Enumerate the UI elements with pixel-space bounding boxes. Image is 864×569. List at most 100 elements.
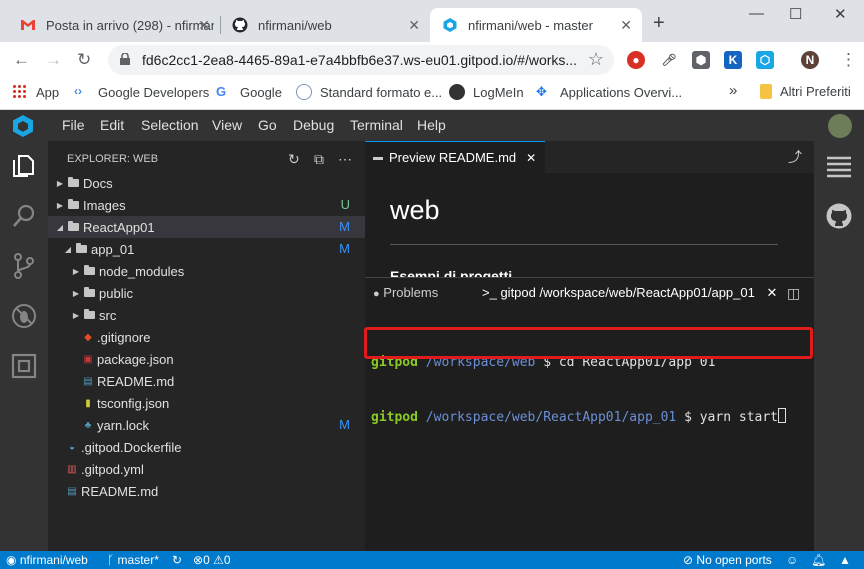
folder-icon: [84, 287, 95, 297]
gitpod-extension-icon[interactable]: ⬡: [756, 51, 774, 69]
new-tab-button[interactable]: +: [653, 12, 665, 35]
chevron-down-icon: ◢: [56, 222, 64, 232]
extension-k-icon[interactable]: K: [724, 51, 742, 69]
tree-file[interactable]: ▮ tsconfig.json: [48, 392, 365, 414]
extension-hexagon-icon[interactable]: ⬢: [692, 51, 710, 69]
bookmark-other[interactable]: Altri Preferiti: [760, 84, 851, 99]
activity-bar: [0, 141, 48, 551]
menu-edit[interactable]: Edit: [100, 117, 124, 133]
problems-status[interactable]: ⊗0 ⚠0: [193, 553, 231, 567]
tab-label: Preview README.md: [389, 150, 517, 165]
split-panel-icon[interactable]: ◫: [787, 285, 800, 302]
menu-help[interactable]: Help: [417, 117, 446, 133]
branch-status[interactable]: ᚴ master*: [107, 553, 159, 567]
feedback-icon[interactable]: ☺: [786, 553, 798, 567]
repo-status[interactable]: ◉ nfirmani/web: [6, 553, 88, 567]
tab-terminal[interactable]: >_ gitpod /workspace/web/ReactApp01/app_…: [482, 285, 777, 301]
tree-file[interactable]: ♣ yarn.lock M: [48, 414, 365, 436]
close-window-button[interactable]: ✕: [834, 5, 847, 23]
minimize-button[interactable]: —: [749, 5, 764, 22]
tree-folder[interactable]: ▶ Docs: [48, 172, 365, 194]
docker-file-icon: ◒: [68, 441, 76, 453]
ports-status[interactable]: ⊘ No open ports: [683, 553, 772, 567]
tree-folder[interactable]: ◢ ReactApp01 M: [48, 216, 365, 238]
microphone-record-icon[interactable]: ●: [627, 51, 645, 69]
chevron-down-icon: ◢: [64, 244, 72, 254]
extensions-icon[interactable]: [10, 352, 38, 380]
close-icon[interactable]: ✕: [198, 17, 210, 34]
gmail-icon: [21, 20, 35, 30]
git-status-badge: U: [340, 197, 350, 212]
address-bar[interactable]: fd6c2cc1-2ea8-4465-89a1-e7a4bbfb6e37.ws-…: [108, 45, 614, 75]
tree-file[interactable]: ▤ README.md: [48, 480, 365, 502]
bell-icon[interactable]: ▲: [839, 553, 851, 567]
tree-folder[interactable]: ◢ app_01 M: [48, 238, 365, 260]
preview-heading: web: [390, 195, 440, 225]
tree-folder[interactable]: ▶ Images U: [48, 194, 365, 216]
tree-file[interactable]: ▤ README.md: [48, 370, 365, 392]
bookmark-star-icon[interactable]: ☆: [588, 49, 604, 70]
tab-preview-readme[interactable]: ▬ Preview README.md ✕: [365, 141, 545, 173]
files-icon[interactable]: [10, 152, 38, 180]
maximize-button[interactable]: ☐: [789, 5, 802, 23]
reload-button[interactable]: ↻: [77, 50, 91, 70]
forward-button[interactable]: →: [45, 50, 62, 70]
tree-file[interactable]: ◒ .gitpod.Dockerfile: [48, 436, 365, 458]
error-icon: ⊗: [193, 553, 204, 567]
search-icon[interactable]: [10, 202, 38, 230]
status-bar: ◉ nfirmani/web ᚴ master* ↻ ⊗0 ⚠0 ⊘ No op…: [0, 551, 864, 569]
bookmark-logmein[interactable]: LogMeIn: [449, 84, 524, 100]
lock-icon: [120, 53, 130, 65]
tree-file[interactable]: ▣ package.json: [48, 348, 365, 370]
bookmark-apps[interactable]: App: [12, 84, 59, 100]
debug-icon[interactable]: [10, 302, 38, 330]
tree-item-label: .gitpod.yml: [81, 461, 144, 477]
tree-item-label: yarn.lock: [97, 417, 150, 433]
bottom-panel: ● Problems >_ gitpod /workspace/web/Reac…: [365, 277, 814, 551]
open-source-icon[interactable]: ⤴: [788, 147, 802, 167]
tree-file[interactable]: ◆ .gitignore: [48, 326, 365, 348]
back-button[interactable]: ←: [13, 50, 30, 70]
file-tree: ▶ Docs ▶ Images U ◢ ReactApp01 M ◢ app_01 M ▶ node_m…: [48, 172, 365, 502]
close-icon[interactable]: ✕: [766, 285, 777, 300]
bookmark-google-developers[interactable]: ‹› Google Developers: [74, 84, 209, 100]
menu-debug[interactable]: Debug: [293, 117, 334, 133]
close-icon[interactable]: ✕: [620, 17, 632, 34]
menu-selection[interactable]: Selection: [141, 117, 199, 133]
menu-icon[interactable]: ⋮: [840, 50, 857, 70]
tree-folder[interactable]: ▶ src: [48, 304, 365, 326]
collapse-all-icon[interactable]: ⧉: [314, 151, 324, 168]
more-bookmarks-button[interactable]: »: [729, 82, 737, 99]
source-control-icon[interactable]: [10, 252, 38, 280]
browser-tab-github[interactable]: nfirmani/web ✕: [220, 8, 430, 42]
menu-go[interactable]: Go: [258, 117, 277, 133]
bookmark-applications[interactable]: ✥ Applications Overvi...: [536, 84, 682, 100]
notifications-icon[interactable]: 🔔︎: [811, 553, 826, 567]
browser-tab-gitpod[interactable]: nfirmani/web - master ✕: [430, 8, 642, 42]
code-brackets-icon: ‹›: [74, 84, 82, 98]
outline-list-icon[interactable]: [826, 156, 852, 178]
menu-bar: File Edit Selection View Go Debug Termin…: [0, 110, 864, 141]
close-icon[interactable]: ✕: [526, 151, 536, 165]
user-avatar[interactable]: [828, 114, 852, 138]
more-actions-icon[interactable]: ⋯: [338, 151, 352, 168]
tree-folder[interactable]: ▶ node_modules: [48, 260, 365, 282]
profile-avatar[interactable]: N: [801, 51, 819, 69]
close-icon[interactable]: ✕: [408, 17, 420, 34]
menu-terminal[interactable]: Terminal: [350, 117, 403, 133]
refresh-icon[interactable]: ↻: [288, 151, 300, 168]
browser-tab-gmail[interactable]: Posta in arrivo (298) - nfirmani ✕: [8, 8, 220, 42]
tab-problems[interactable]: ● Problems: [373, 285, 438, 300]
bookmark-standard[interactable]: Standard formato e...: [296, 84, 442, 100]
menu-view[interactable]: View: [212, 117, 242, 133]
microphone-icon[interactable]: 🎤︎: [660, 51, 678, 69]
tree-file[interactable]: ▥ .gitpod.yml: [48, 458, 365, 480]
tab-label: gitpod /workspace/web/ReactApp01/app_01: [500, 285, 755, 300]
github-icon[interactable]: [826, 203, 852, 229]
tree-folder[interactable]: ▶ public: [48, 282, 365, 304]
bookmark-google[interactable]: G Google: [216, 84, 282, 100]
tree-item-label: .gitignore: [97, 329, 151, 345]
bookmark-label: Altri Preferiti: [780, 84, 851, 99]
sync-icon[interactable]: ↻: [172, 553, 182, 567]
menu-file[interactable]: File: [62, 117, 85, 133]
